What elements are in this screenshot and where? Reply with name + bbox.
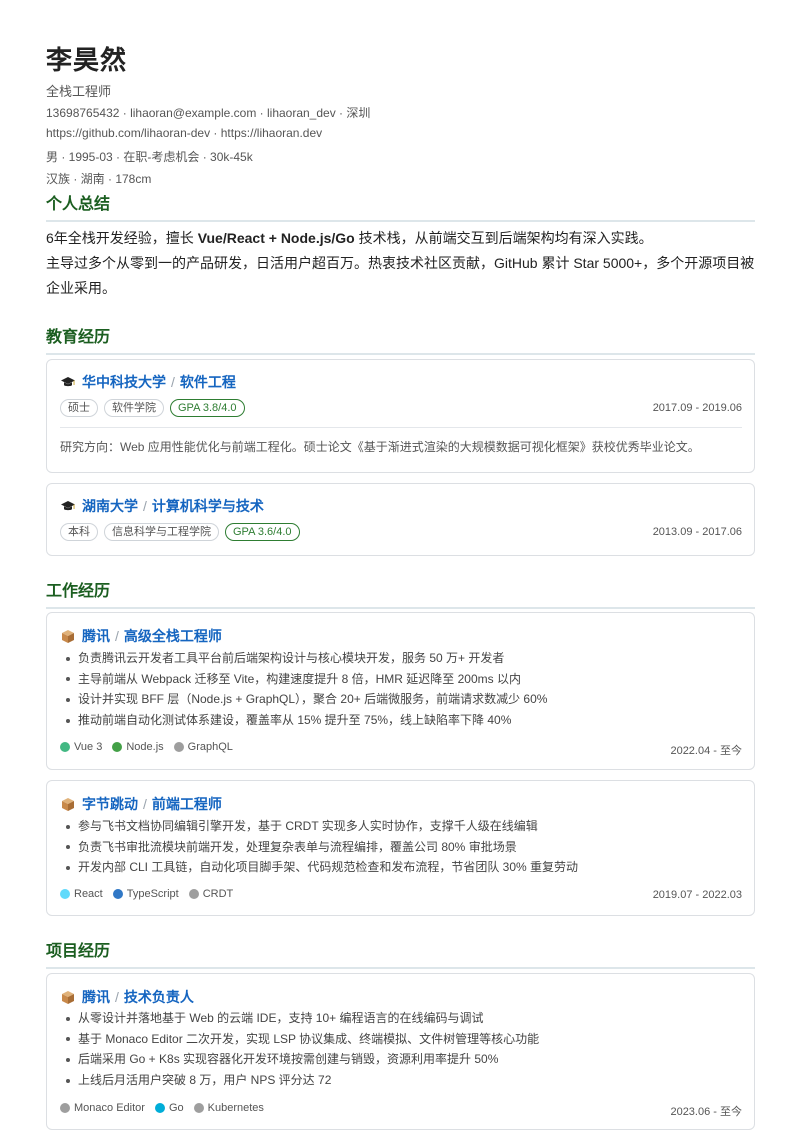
tech-stack: React TypeScript CRDT — [60, 888, 233, 900]
work-date: 2022.04 - 至今 — [670, 745, 742, 757]
tech-dot-icon — [112, 742, 123, 752]
summary-text: 6年全栈开发经验，擅长 Vue/React + Node.js/Go 技术栈，从… — [46, 226, 755, 301]
tech-item: Vue 3 — [60, 741, 102, 753]
work-bullets: 负责腾讯云开发者工具平台前后端架构设计与核心模块开发，服务 50 万+ 开发者 … — [60, 648, 547, 731]
tech-dot-icon — [112, 889, 123, 899]
tech-item: Go — [154, 1102, 184, 1114]
list-item: 推动前端自动化测试体系建设，覆盖率从 15% 提升至 75%，线上缺陷率下降 4… — [60, 710, 547, 731]
major-name: 计算机科学与技术 — [151, 498, 264, 514]
tech-item: Kubernetes — [193, 1102, 264, 1114]
tech-dot-icon — [60, 742, 70, 752]
role-name: 前端工程师 — [151, 796, 222, 812]
degree-tag: 硕士 — [60, 399, 98, 417]
list-item: 负责腾讯云开发者工具平台前后端架构设计与核心模块开发，服务 50 万+ 开发者 — [60, 648, 547, 669]
school-name: 湖南大学 — [82, 498, 138, 514]
list-item: 参与飞书文档协同编辑引擎开发，基于 CRDT 实现多人实时协作，支撑千人级在线编… — [60, 816, 578, 837]
tech-item: Monaco Editor — [60, 1102, 145, 1114]
card-divider — [60, 427, 742, 428]
education-tags: 硕士 软件学院 GPA 3.8/4.0 — [60, 399, 245, 417]
work-card: 腾讯 / 高级全栈工程师 负责腾讯云开发者工具平台前后端架构设计与核心模块开发，… — [46, 612, 755, 770]
education-card: 华中科技大学 / 软件工程 硕士 软件学院 GPA 3.8/4.0 2017.0… — [46, 359, 755, 473]
education-card: 湖南大学 / 计算机科学与技术 本科 信息科学与工程学院 GPA 3.6/4.0… — [46, 483, 755, 556]
tech-dot-icon — [60, 889, 70, 899]
tech-item: Node.js — [112, 741, 164, 753]
tech-dot-icon — [154, 1103, 165, 1113]
list-item: 主导前端从 Webpack 迁移至 Vite，构建速度提升 8 倍，HMR 延迟… — [60, 669, 547, 690]
education-date: 2013.09 - 2017.06 — [652, 526, 742, 538]
graduation-cap-icon — [60, 498, 76, 514]
package-box-icon — [60, 989, 76, 1005]
summary-line-2: 主导过多个从零到一的产品研发，日活用户超百万。热衷技术社区贡献，GitHub 累… — [46, 255, 755, 296]
tech-dot-icon — [60, 1103, 70, 1113]
tech-item: React — [60, 888, 103, 900]
tech-item: CRDT — [188, 888, 233, 900]
job-title: 全栈工程师 — [46, 84, 112, 99]
major-name: 软件工程 — [179, 374, 236, 390]
education-description: 研究方向：Web 应用性能优化与前端工程化。硕士论文《基于渐进式渲染的大规模数据… — [60, 440, 700, 454]
degree-tag: 本科 — [60, 523, 98, 541]
tech-dot-icon — [188, 889, 199, 899]
projects-heading: 项目经历 — [46, 937, 755, 969]
list-item: 后端采用 Go + K8s 实现容器化开发环境按需创建与销毁，资源利用率提升 5… — [60, 1049, 539, 1070]
gpa-tag: GPA 3.6/4.0 — [225, 523, 300, 541]
education-card-title: 华中科技大学 / 软件工程 — [60, 372, 236, 392]
list-item: 设计并实现 BFF 层（Node.js + GraphQL），聚合 20+ 后端… — [60, 689, 547, 710]
extra-info-line: 汉族 · 湖南 · 178cm — [46, 172, 152, 186]
links-line: https://github.com/lihaoran-dev · https:… — [46, 126, 323, 140]
list-item: 开发内部 CLI 工具链，自动化项目脚手架、代码规范检查和发布流程，节省团队 3… — [60, 857, 578, 878]
project-bullets: 从零设计并落地基于 Web 的云端 IDE，支持 10+ 编程语言的在线编码与调… — [60, 1008, 539, 1091]
company-name: 腾讯 — [82, 628, 110, 644]
work-card-title: 字节跳动 / 前端工程师 — [60, 794, 222, 814]
company-name: 腾讯 — [82, 989, 110, 1005]
education-heading: 教育经历 — [46, 323, 755, 355]
project-date: 2023.06 - 至今 — [670, 1106, 742, 1118]
work-bullets: 参与飞书文档协同编辑引擎开发，基于 CRDT 实现多人实时协作，支撑千人级在线编… — [60, 816, 578, 878]
company-name: 字节跳动 — [82, 796, 138, 812]
profile-line: 男 · 1995-03 · 在职-考虑机会 · 30k-45k — [46, 150, 253, 164]
tech-item: TypeScript — [112, 888, 179, 900]
work-card-title: 腾讯 / 高级全栈工程师 — [60, 626, 222, 646]
tech-dot-icon — [193, 1103, 204, 1113]
summary-heading: 个人总结 — [46, 190, 755, 222]
candidate-name: 李昊然 — [46, 45, 128, 75]
work-date: 2019.07 - 2022.03 — [652, 889, 742, 901]
list-item: 基于 Monaco Editor 二次开发，实现 LSP 协议集成、终端模拟、文… — [60, 1029, 539, 1050]
education-tags: 本科 信息科学与工程学院 GPA 3.6/4.0 — [60, 523, 300, 541]
list-item: 上线后月活用户突破 8 万，用户 NPS 评分达 72 — [60, 1070, 539, 1091]
contact-line: 13698765432 · lihaoran@example.com · lih… — [46, 106, 371, 120]
summary-line-1: 6年全栈开发经验，擅长 Vue/React + Node.js/Go 技术栈，从… — [46, 230, 653, 246]
role-name: 高级全栈工程师 — [123, 628, 222, 644]
role-name: 技术负责人 — [123, 989, 194, 1005]
list-item: 负责飞书审批流模块前端开发，处理复杂表单与流程编排，覆盖公司 80% 审批场景 — [60, 837, 578, 858]
list-item: 从零设计并落地基于 Web 的云端 IDE，支持 10+ 编程语言的在线编码与调… — [60, 1008, 539, 1029]
college-tag: 信息科学与工程学院 — [104, 523, 219, 541]
education-date: 2017.09 - 2019.06 — [652, 402, 742, 414]
project-card: 腾讯 / 技术负责人 从零设计并落地基于 Web 的云端 IDE，支持 10+ … — [46, 973, 755, 1130]
college-tag: 软件学院 — [104, 399, 164, 417]
education-card-title: 湖南大学 / 计算机科学与技术 — [60, 496, 264, 516]
package-box-icon — [60, 628, 76, 644]
tech-item: GraphQL — [173, 741, 233, 753]
school-name: 华中科技大学 — [82, 374, 166, 390]
tech-stack: Vue 3 Node.js GraphQL — [60, 741, 233, 753]
tech-dot-icon — [173, 742, 184, 752]
project-card-title: 腾讯 / 技术负责人 — [60, 987, 194, 1007]
work-heading: 工作经历 — [46, 577, 755, 609]
graduation-cap-icon — [60, 374, 76, 390]
tech-stack: Monaco Editor Go Kubernetes — [60, 1102, 264, 1114]
gpa-tag: GPA 3.8/4.0 — [170, 399, 245, 417]
work-card: 字节跳动 / 前端工程师 参与飞书文档协同编辑引擎开发，基于 CRDT 实现多人… — [46, 780, 755, 916]
package-box-icon — [60, 796, 76, 812]
